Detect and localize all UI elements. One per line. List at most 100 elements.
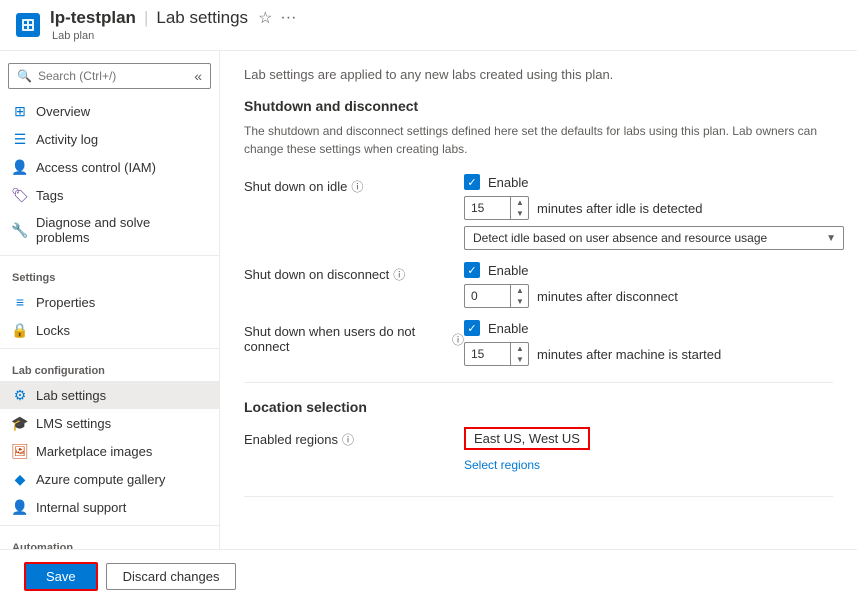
- shutdown-idle-info-icon[interactable]: ⓘ: [351, 178, 363, 195]
- enabled-regions-label: Enabled regions ⓘ: [244, 427, 464, 448]
- sidebar-item-label: Access control (IAM): [36, 160, 156, 175]
- search-box[interactable]: 🔍 «: [8, 63, 211, 89]
- header-separator: |: [144, 8, 148, 28]
- sidebar-item-label: Overview: [36, 104, 90, 119]
- shutdown-disconnect-info-icon[interactable]: ⓘ: [393, 266, 405, 283]
- shutdown-disconnect-decrement-button[interactable]: ▼: [511, 296, 529, 307]
- shutdown-disconnect-spin-buttons: ▲ ▼: [510, 285, 529, 307]
- enabled-regions-info-icon[interactable]: ⓘ: [342, 431, 354, 448]
- location-section-title: Location selection: [244, 399, 833, 415]
- sidebar-item-marketplace-images[interactable]: 🖼 Marketplace images: [0, 437, 219, 465]
- sidebar-item-diagnose[interactable]: 🔧 Diagnose and solve problems: [0, 209, 219, 251]
- sidebar-item-label: Lab settings: [36, 388, 106, 403]
- shutdown-disconnect-enable-checkbox[interactable]: ✓: [464, 262, 480, 278]
- favorite-icon[interactable]: ☆: [258, 8, 272, 28]
- shutdown-disconnect-enable-label: Enable: [488, 263, 528, 278]
- resource-name: lp-testplan: [50, 8, 136, 28]
- shutdown-idle-row: Shut down on idle ⓘ ✓ Enable ▲ ▼: [244, 174, 833, 250]
- sidebar-item-label: Tags: [36, 188, 63, 203]
- idle-detection-dropdown[interactable]: Detect idle based on user absence and re…: [464, 226, 844, 250]
- more-options-icon[interactable]: ···: [280, 9, 296, 27]
- shutdown-disconnect-minutes-input[interactable]: [465, 286, 510, 306]
- footer: Save Discard changes: [0, 549, 857, 603]
- shutdown-section-title: Shutdown and disconnect: [244, 98, 833, 114]
- shutdown-no-connect-enable-label: Enable: [488, 321, 528, 336]
- shutdown-no-connect-info-icon[interactable]: ⓘ: [452, 331, 464, 348]
- access-control-icon: 👤: [12, 159, 28, 175]
- discard-changes-button[interactable]: Discard changes: [106, 563, 237, 590]
- select-regions-link[interactable]: Select regions: [464, 458, 590, 472]
- sidebar-item-lab-settings[interactable]: ⚙ Lab settings: [0, 381, 219, 409]
- tags-icon: 🏷: [12, 187, 28, 203]
- shutdown-disconnect-increment-button[interactable]: ▲: [511, 285, 529, 296]
- section-label-settings: Settings: [0, 260, 219, 288]
- section-label-automation: Automation: [0, 530, 219, 549]
- sidebar-item-overview[interactable]: ⊞ Overview: [0, 97, 219, 125]
- shutdown-idle-enable-checkbox[interactable]: ✓: [464, 174, 480, 190]
- shutdown-disconnect-minutes-label: minutes after disconnect: [537, 289, 678, 304]
- shutdown-no-connect-label: Shut down when users do not connect ⓘ: [244, 320, 464, 354]
- properties-icon: ≡: [12, 294, 28, 310]
- sidebar-item-locks[interactable]: 🔒 Locks: [0, 316, 219, 344]
- lab-settings-icon: ⚙: [12, 387, 28, 403]
- footer-separator: [244, 496, 833, 497]
- page-header: lp-testplan | Lab settings ☆ ··· Lab pla…: [0, 0, 857, 51]
- shutdown-idle-spin-buttons: ▲ ▼: [510, 197, 529, 219]
- enabled-regions-row: Enabled regions ⓘ East US, West US Selec…: [244, 427, 833, 472]
- shutdown-idle-decrement-button[interactable]: ▼: [511, 208, 529, 219]
- shutdown-idle-enable-label: Enable: [488, 175, 528, 190]
- sidebar-item-access-control[interactable]: 👤 Access control (IAM): [0, 153, 219, 181]
- shutdown-no-connect-row: Shut down when users do not connect ⓘ ✓ …: [244, 320, 833, 366]
- collapse-sidebar-button[interactable]: «: [194, 68, 202, 84]
- sidebar-item-activity-log[interactable]: ☰ Activity log: [0, 125, 219, 153]
- save-button[interactable]: Save: [24, 562, 98, 591]
- lms-icon: 🎓: [12, 415, 28, 431]
- sidebar-item-label: Marketplace images: [36, 444, 152, 459]
- sidebar-item-properties[interactable]: ≡ Properties: [0, 288, 219, 316]
- sidebar-item-lms-settings[interactable]: 🎓 LMS settings: [0, 409, 219, 437]
- shutdown-idle-increment-button[interactable]: ▲: [511, 197, 529, 208]
- shutdown-no-connect-spin-buttons: ▲ ▼: [510, 343, 529, 365]
- shutdown-section-description: The shutdown and disconnect settings def…: [244, 122, 833, 158]
- shutdown-no-connect-increment-button[interactable]: ▲: [511, 343, 529, 354]
- shutdown-no-connect-minutes-input-wrap[interactable]: ▲ ▼: [464, 342, 529, 366]
- page-title: Lab settings: [156, 8, 248, 28]
- locks-icon: 🔒: [12, 322, 28, 338]
- section-label-lab-config: Lab configuration: [0, 353, 219, 381]
- shutdown-disconnect-label: Shut down on disconnect ⓘ: [244, 262, 464, 283]
- sidebar-item-tags[interactable]: 🏷 Tags: [0, 181, 219, 209]
- shutdown-idle-label: Shut down on idle ⓘ: [244, 174, 464, 195]
- diagnose-icon: 🔧: [12, 222, 28, 238]
- compute-icon: ◆: [12, 471, 28, 487]
- resource-icon: [16, 13, 40, 37]
- nav-divider-3: [0, 525, 219, 526]
- shutdown-idle-minutes-label: minutes after idle is detected: [537, 201, 702, 216]
- sidebar-item-label: Internal support: [36, 500, 126, 515]
- sidebar-item-label: LMS settings: [36, 416, 111, 431]
- main-container: 🔍 « ⊞ Overview ☰ Activity log 👤 Access c…: [0, 51, 857, 549]
- shutdown-no-connect-minutes-input[interactable]: [465, 344, 510, 364]
- enabled-regions-value: East US, West US: [464, 427, 590, 450]
- sidebar-item-internal-support[interactable]: 👤 Internal support: [0, 493, 219, 521]
- content-description: Lab settings are applied to any new labs…: [244, 67, 833, 82]
- shutdown-disconnect-minutes-input-wrap[interactable]: ▲ ▼: [464, 284, 529, 308]
- search-input[interactable]: [38, 69, 188, 83]
- search-icon: 🔍: [17, 69, 32, 83]
- header-text-block: lp-testplan | Lab settings ☆ ··· Lab pla…: [50, 8, 296, 42]
- shutdown-no-connect-enable-checkbox[interactable]: ✓: [464, 320, 480, 336]
- shutdown-idle-minutes-input-wrap[interactable]: ▲ ▼: [464, 196, 529, 220]
- nav-divider: [0, 255, 219, 256]
- shutdown-disconnect-controls: ✓ Enable ▲ ▼ minutes after disconnect: [464, 262, 678, 308]
- shutdown-no-connect-decrement-button[interactable]: ▼: [511, 354, 529, 365]
- overview-icon: ⊞: [12, 103, 28, 119]
- activity-log-icon: ☰: [12, 131, 28, 147]
- shutdown-idle-controls: ✓ Enable ▲ ▼ minutes after idle is detec…: [464, 174, 844, 250]
- sidebar-item-azure-compute[interactable]: ◆ Azure compute gallery: [0, 465, 219, 493]
- sidebar-item-label: Activity log: [36, 132, 98, 147]
- sidebar-item-label: Locks: [36, 323, 70, 338]
- resource-type-label: Lab plan: [52, 30, 296, 42]
- sidebar-item-label: Diagnose and solve problems: [36, 215, 207, 245]
- sidebar-item-label: Azure compute gallery: [36, 472, 165, 487]
- idle-detection-dropdown-wrap: Detect idle based on user absence and re…: [464, 226, 844, 250]
- shutdown-idle-minutes-input[interactable]: [465, 198, 510, 218]
